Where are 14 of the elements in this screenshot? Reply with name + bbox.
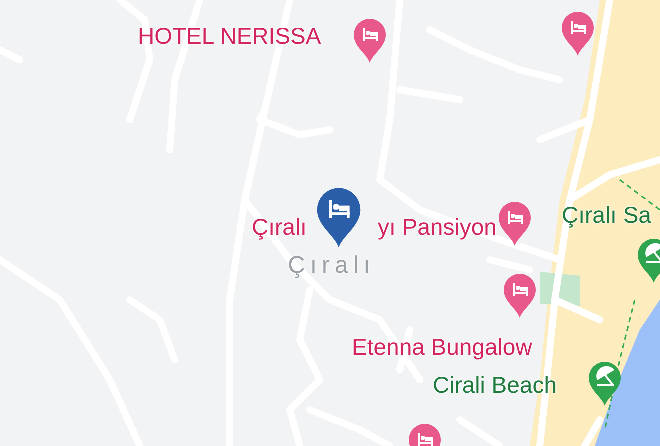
hotel-label[interactable]: Etenna Bungalow <box>352 333 532 361</box>
hotel-pin-icon[interactable] <box>561 11 595 57</box>
beach-label[interactable]: Çıralı Sa <box>562 201 652 229</box>
beach-label[interactable]: Cirali Beach <box>433 371 557 399</box>
hotel-label[interactable]: Çıralı <box>252 213 307 241</box>
hotel-pin-icon[interactable] <box>353 18 387 64</box>
hotel-pin-icon[interactable] <box>503 273 537 319</box>
beach-pin-icon[interactable] <box>588 361 622 407</box>
hotel-pin-icon[interactable] <box>498 201 532 247</box>
place-label[interactable]: Çıralı <box>288 252 376 280</box>
hotel-label[interactable]: yı Pansiyon <box>378 213 497 241</box>
map[interactable]: HOTEL NERISSA Çıralı yı Pansiyon Çıralı Etenna Bungalow Çıralı Sa Cirali Beach <box>0 0 660 446</box>
selected-hotel-pin-icon[interactable] <box>316 186 362 250</box>
hotel-label[interactable]: HOTEL NERISSA <box>138 22 322 50</box>
